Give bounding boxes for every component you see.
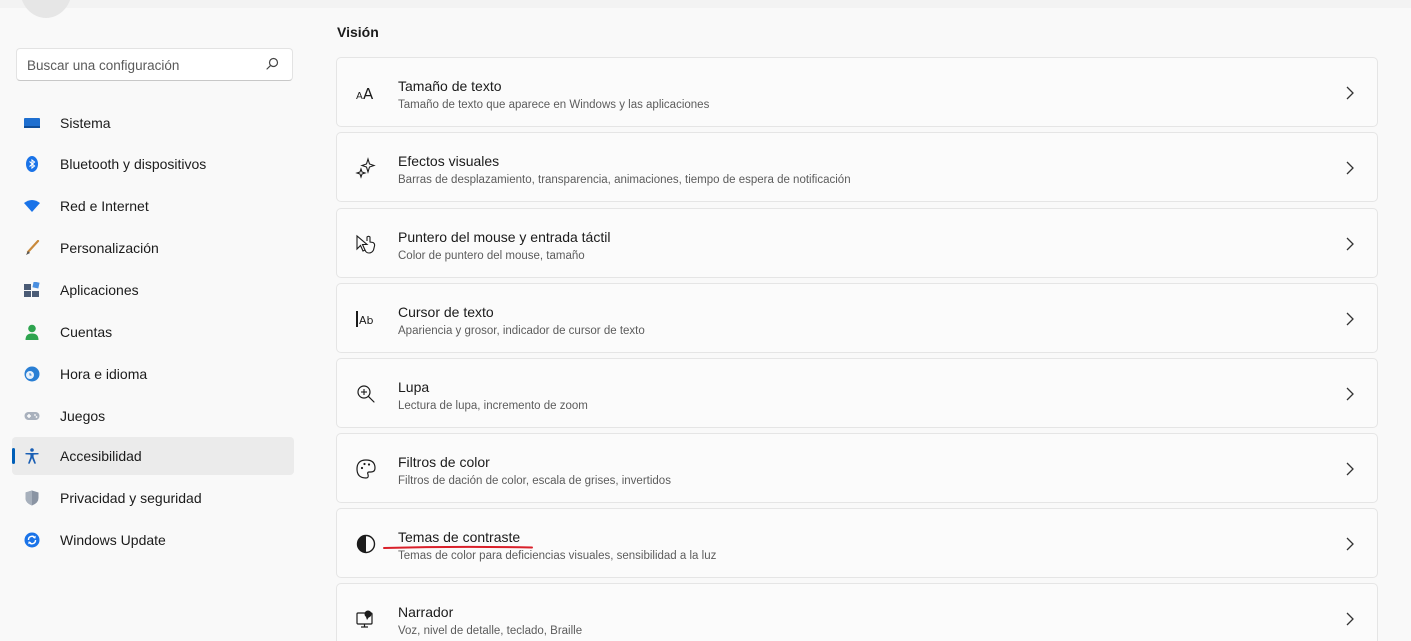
search-box[interactable]: Buscar una configuración: [16, 48, 293, 81]
chevron-right-icon: [1346, 387, 1354, 401]
text-size-icon: A A: [356, 85, 374, 103]
contrast-icon: [356, 534, 376, 554]
card-subtitle: Apariencia y grosor, indicador de cursor…: [398, 325, 645, 337]
active-indicator: [12, 448, 15, 464]
card-title: Filtros de color: [398, 454, 490, 470]
magnifier-icon: [357, 385, 375, 403]
sidebar-item-label: Aplicaciones: [60, 282, 139, 298]
sidebar-item-privacidad[interactable]: Privacidad y seguridad: [16, 479, 294, 517]
card-subtitle: Filtros de dación de color, escala de gr…: [398, 475, 671, 487]
sidebar-item-accesibilidad[interactable]: Accesibilidad: [12, 437, 294, 475]
chevron-right-icon: [1346, 161, 1354, 175]
sidebar-item-juegos[interactable]: Juegos: [16, 397, 294, 435]
card-subtitle: Temas de color para deficiencias visuale…: [398, 550, 717, 562]
svg-text:A: A: [356, 91, 363, 102]
sidebar-item-sistema[interactable]: Sistema: [16, 104, 294, 142]
svg-text:Ab: Ab: [359, 314, 374, 327]
card-title: Efectos visuales: [398, 153, 500, 169]
card-subtitle: Voz, nivel de detalle, teclado, Braille: [398, 625, 583, 637]
sidebar-item-red[interactable]: Red e Internet: [16, 187, 294, 225]
pointer-touch-icon: [356, 234, 376, 254]
card-title: Temas de contraste: [398, 529, 521, 545]
card-contrast-themes[interactable]: Temas de contraste Temas de color para d…: [336, 508, 1378, 578]
sidebar-item-hora-idioma[interactable]: Hora e idioma: [16, 355, 294, 393]
globe-clock-icon: [24, 366, 40, 382]
update-icon: [24, 532, 40, 548]
card-title: Cursor de texto: [398, 304, 494, 320]
card-title: Lupa: [398, 379, 430, 395]
chevron-right-icon: [1346, 612, 1354, 626]
sidebar-item-label: Hora e idioma: [60, 366, 148, 382]
shield-icon: [25, 490, 39, 506]
sidebar-item-label: Windows Update: [60, 532, 166, 548]
chevron-right-icon: [1346, 537, 1354, 551]
sidebar-item-label: Personalización: [60, 240, 159, 256]
card-subtitle: Lectura de lupa, incremento de zoom: [398, 400, 588, 412]
sidebar-item-label: Bluetooth y dispositivos: [60, 156, 207, 172]
card-text-size[interactable]: A A Tamaño de texto Tamaño de texto que …: [336, 57, 1378, 127]
svg-text:A: A: [363, 85, 374, 103]
settings-window: Buscar una configuración Sistema Bluetoo…: [0, 0, 1411, 641]
card-subtitle: Tamaño de texto que aparece en Windows y…: [398, 99, 710, 111]
sidebar-item-label: Privacidad y seguridad: [60, 490, 202, 506]
sidebar-item-bluetooth[interactable]: Bluetooth y dispositivos: [16, 145, 294, 183]
sidebar-item-label: Accesibilidad: [60, 448, 142, 464]
sidebar-item-label: Sistema: [60, 115, 111, 131]
gamepad-icon: [24, 412, 40, 420]
sidebar-item-aplicaciones[interactable]: Aplicaciones: [16, 271, 294, 309]
sidebar-item-label: Juegos: [60, 408, 106, 424]
sparkle-icon: [355, 157, 376, 179]
chevron-right-icon: [1346, 312, 1354, 326]
text-cursor-icon: Ab: [356, 311, 374, 327]
search-icon[interactable]: [264, 56, 280, 72]
palette-icon: [356, 459, 376, 479]
accessibility-icon: [25, 448, 39, 464]
bluetooth-icon: [26, 156, 38, 172]
apps-icon: [24, 282, 40, 297]
monitor-icon: [24, 118, 40, 128]
section-title: Visión: [337, 24, 379, 40]
annotation-underline: [383, 545, 533, 549]
card-narrator[interactable]: Narrador Voz, nivel de detalle, teclado,…: [336, 583, 1378, 641]
card-mouse-pointer[interactable]: Puntero del mouse y entrada táctil Color…: [336, 208, 1378, 278]
card-text-cursor[interactable]: Ab Cursor de texto Apariencia y grosor, …: [336, 283, 1378, 353]
card-title: Puntero del mouse y entrada táctil: [398, 229, 611, 245]
sidebar-item-windows-update[interactable]: Windows Update: [16, 521, 294, 559]
sidebar-item-label: Red e Internet: [60, 198, 149, 214]
sidebar-item-cuentas[interactable]: Cuentas: [16, 313, 294, 351]
card-visual-effects[interactable]: Efectos visuales Barras de desplazamient…: [336, 132, 1378, 202]
card-subtitle: Barras de desplazamiento, transparencia,…: [398, 174, 851, 186]
sidebar-item-label: Cuentas: [60, 324, 113, 340]
chevron-right-icon: [1346, 462, 1354, 476]
narrator-icon: [356, 610, 373, 628]
card-magnifier[interactable]: Lupa Lectura de lupa, incremento de zoom: [336, 358, 1378, 428]
person-icon: [25, 324, 39, 340]
card-title: Tamaño de texto: [398, 78, 502, 94]
search-input[interactable]: Buscar una configuración: [27, 58, 179, 73]
brush-icon: [26, 240, 40, 255]
card-color-filters[interactable]: Filtros de color Filtros de dación de co…: [336, 433, 1378, 503]
card-subtitle: Color de puntero del mouse, tamaño: [398, 250, 585, 262]
chevron-right-icon: [1346, 86, 1354, 100]
card-title: Narrador: [398, 604, 454, 620]
chevron-right-icon: [1346, 237, 1354, 251]
sidebar-item-personalizacion[interactable]: Personalización: [16, 229, 294, 267]
wifi-icon: [24, 200, 40, 212]
